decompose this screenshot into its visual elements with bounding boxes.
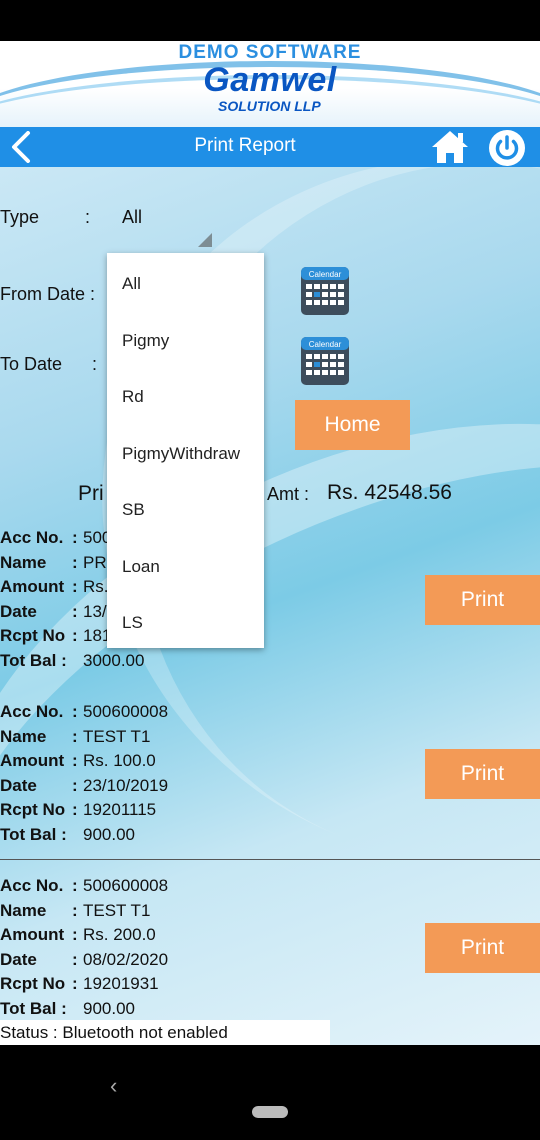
date-value: 08/02/2020 [83, 950, 169, 969]
type-separator: : [85, 207, 91, 227]
calendar-icon: Calendar [301, 267, 349, 315]
header-banner: DEMO SOFTWARE Gamwel SOLUTION LLP [0, 41, 540, 127]
rcpt-no-value: 19201931 [83, 974, 159, 993]
dropdown-option-pigmywithdraw[interactable]: PigmyWithdraw [122, 444, 240, 464]
rcpt-no-label: Rcpt No [0, 626, 66, 645]
type-select[interactable]: All [122, 207, 142, 228]
date-value: 23/10/2019 [83, 776, 169, 795]
rcpt-no-label: Rcpt No [0, 800, 66, 819]
to-date-separator: : [92, 354, 98, 374]
app-screen: DEMO SOFTWARE Gamwel SOLUTION LLP Print … [0, 41, 540, 1045]
from-date-label: From Date : [0, 284, 96, 304]
amount-label: Amount [0, 925, 65, 944]
power-icon [489, 130, 525, 166]
tot-bal-label: Tot Bal : [0, 999, 67, 1018]
nav-bar: Print Report [0, 127, 540, 167]
acc-no-value: 500600008 [83, 702, 169, 721]
dropdown-option-ls[interactable]: LS [122, 613, 143, 633]
tot-bal-value: 900.00 [83, 825, 135, 844]
dropdown-arrow-icon[interactable] [198, 233, 212, 247]
separator: : [72, 528, 78, 547]
acc-no-value: 500600008 [83, 876, 169, 895]
system-home-pill[interactable] [252, 1106, 288, 1118]
amount-value: Rs. 100.0 [83, 751, 156, 770]
total-label-end: l Amt : [259, 484, 310, 504]
amount-value: Rs. 200.0 [83, 925, 156, 944]
rcpt-no-value: 19201115 [83, 800, 157, 819]
dropdown-option-loan[interactable]: Loan [122, 557, 160, 577]
company-logo: Gamwel [203, 61, 337, 99]
date-value: 13/ [83, 602, 107, 621]
separator: : [72, 974, 78, 993]
calendar-icon: Calendar [301, 337, 349, 385]
rcpt-no-label: Rcpt No [0, 974, 66, 993]
total-amount: Rs. 42548.56 [327, 481, 452, 504]
separator: : [72, 751, 78, 770]
page-title: Print Report [194, 135, 296, 156]
name-label: Name [0, 901, 47, 920]
dropdown-option-rd[interactable]: Rd [122, 387, 144, 407]
type-dropdown-menu: All Pigmy Rd PigmyWithdraw SB Loan LS [107, 253, 264, 648]
separator: : [72, 776, 78, 795]
system-back-icon[interactable]: ‹ [110, 1073, 117, 1099]
separator: : [72, 925, 78, 944]
home-nav-button[interactable] [430, 129, 470, 165]
acc-no-label: Acc No. [0, 528, 64, 547]
date-label: Date [0, 602, 37, 621]
separator: : [72, 901, 78, 920]
dropdown-option-sb[interactable]: SB [122, 500, 145, 520]
home-button[interactable]: Home [295, 400, 410, 450]
separator: : [72, 602, 78, 621]
date-label: Date [0, 950, 37, 969]
separator: : [72, 876, 78, 895]
tot-bal-label: Tot Bal : [0, 651, 67, 670]
amount-value: Rs. [83, 577, 109, 596]
power-button[interactable] [488, 129, 526, 167]
system-navigation-bar: ‹ [0, 1045, 540, 1140]
acc-no-label: Acc No. [0, 702, 64, 721]
dropdown-option-pigmy[interactable]: Pigmy [122, 331, 169, 351]
total-label-start: Pri [78, 482, 104, 505]
name-label: Name [0, 727, 47, 746]
separator: : [72, 577, 78, 596]
name-value: PR [83, 553, 107, 572]
type-label: Type [0, 207, 40, 227]
company-logo-sub: SOLUTION LLP [218, 98, 321, 114]
separator: : [72, 702, 78, 721]
divider [0, 859, 540, 860]
amount-label: Amount [0, 751, 65, 770]
separator: : [72, 727, 78, 746]
name-value: TEST T1 [83, 727, 151, 746]
name-value: TEST T1 [83, 901, 151, 920]
separator: : [72, 626, 78, 645]
print-button[interactable]: Print [425, 575, 540, 625]
date-label: Date [0, 776, 37, 795]
tot-bal-label: Tot Bal : [0, 825, 67, 844]
home-icon [432, 131, 468, 163]
separator: : [72, 800, 78, 819]
name-label: Name [0, 553, 47, 572]
print-button[interactable]: Print [425, 749, 540, 799]
tot-bal-value: 3000.00 [83, 651, 145, 670]
to-date-calendar-button[interactable]: Calendar [300, 336, 350, 386]
calendar-text: Calendar [309, 270, 342, 279]
dropdown-option-all[interactable]: All [122, 274, 141, 294]
print-button[interactable]: Print [425, 923, 540, 973]
status-message: Status : Bluetooth not enabled [0, 1020, 330, 1045]
separator: : [72, 950, 78, 969]
from-date-calendar-button[interactable]: Calendar [300, 266, 350, 316]
separator: : [72, 553, 78, 572]
acc-no-label: Acc No. [0, 876, 64, 895]
calendar-text: Calendar [309, 340, 342, 349]
to-date-label: To Date [0, 354, 63, 374]
status-bar [0, 0, 540, 41]
amount-label: Amount [0, 577, 65, 596]
tot-bal-value: 900.00 [83, 999, 135, 1018]
